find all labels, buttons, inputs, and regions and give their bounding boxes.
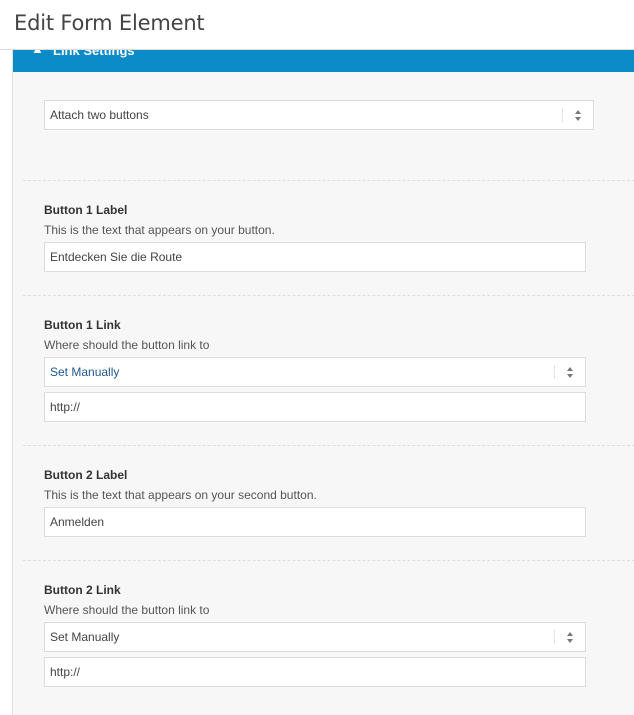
- updown-arrows-icon[interactable]: [566, 631, 574, 644]
- select-divider: [562, 108, 563, 122]
- updown-arrows-icon[interactable]: [566, 366, 574, 379]
- section-title: Link Settings: [53, 50, 135, 58]
- button2-url-input[interactable]: http://: [44, 657, 586, 687]
- button2-label-input[interactable]: Anmelden: [44, 507, 586, 537]
- select-divider: [554, 365, 555, 379]
- section-header-link-settings[interactable]: ▲ Link Settings: [13, 50, 634, 72]
- button2-link-description: Where should the button link to: [44, 603, 210, 617]
- button1-url-input[interactable]: http://: [44, 392, 586, 422]
- settings-panel: ▲ Link Settings Attach two buttons Butto…: [12, 50, 634, 715]
- button2-link-title: Button 2 Link: [44, 583, 121, 597]
- divider: [23, 445, 634, 446]
- button1-label-description: This is the text that appears on your bu…: [44, 223, 275, 237]
- divider: [23, 180, 634, 181]
- attach-buttons-select[interactable]: Attach two buttons: [44, 100, 594, 130]
- button1-label-title: Button 1 Label: [44, 203, 128, 217]
- button1-link-description: Where should the button link to: [44, 338, 210, 352]
- collapse-toggle-icon[interactable]: ▲: [31, 50, 44, 56]
- button2-label-title: Button 2 Label: [44, 468, 128, 482]
- modal-header: Edit Form Element: [0, 0, 634, 50]
- button1-label-input[interactable]: Entdecken Sie die Route: [44, 242, 586, 272]
- select-divider: [554, 630, 555, 644]
- button1-link-type-select[interactable]: Set Manually: [44, 357, 586, 387]
- button2-label-description: This is the text that appears on your se…: [44, 488, 317, 502]
- divider: [23, 560, 634, 561]
- attach-buttons-select-value: Attach two buttons: [50, 108, 149, 122]
- button1-link-type-value: Set Manually: [50, 365, 120, 379]
- modal-title: Edit Form Element: [14, 11, 205, 35]
- button1-link-title: Button 1 Link: [44, 318, 121, 332]
- button2-link-type-value: Set Manually: [50, 630, 120, 644]
- updown-arrows-icon[interactable]: [574, 109, 582, 122]
- divider: [23, 295, 634, 296]
- button2-link-type-select[interactable]: Set Manually: [44, 622, 586, 652]
